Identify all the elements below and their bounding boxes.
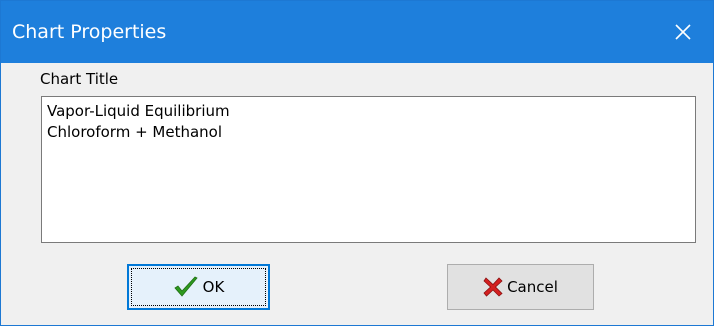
close-button[interactable]	[653, 1, 713, 63]
chart-properties-dialog: Chart Properties Chart Title Vapor-Liqui…	[0, 0, 714, 326]
chart-title-label: Chart Title	[40, 70, 119, 88]
cancel-button-label: Cancel	[507, 278, 558, 296]
checkmark-icon	[173, 276, 199, 298]
chart-title-input[interactable]: Vapor-Liquid Equilibrium Chloroform + Me…	[41, 96, 696, 243]
x-mark-icon	[483, 277, 503, 297]
close-icon	[675, 24, 691, 40]
title-bar[interactable]: Chart Properties	[1, 1, 713, 63]
cancel-button[interactable]: Cancel	[447, 264, 594, 310]
dialog-title: Chart Properties	[12, 21, 167, 43]
ok-button[interactable]: OK	[127, 264, 270, 310]
ok-button-label: OK	[202, 278, 225, 296]
